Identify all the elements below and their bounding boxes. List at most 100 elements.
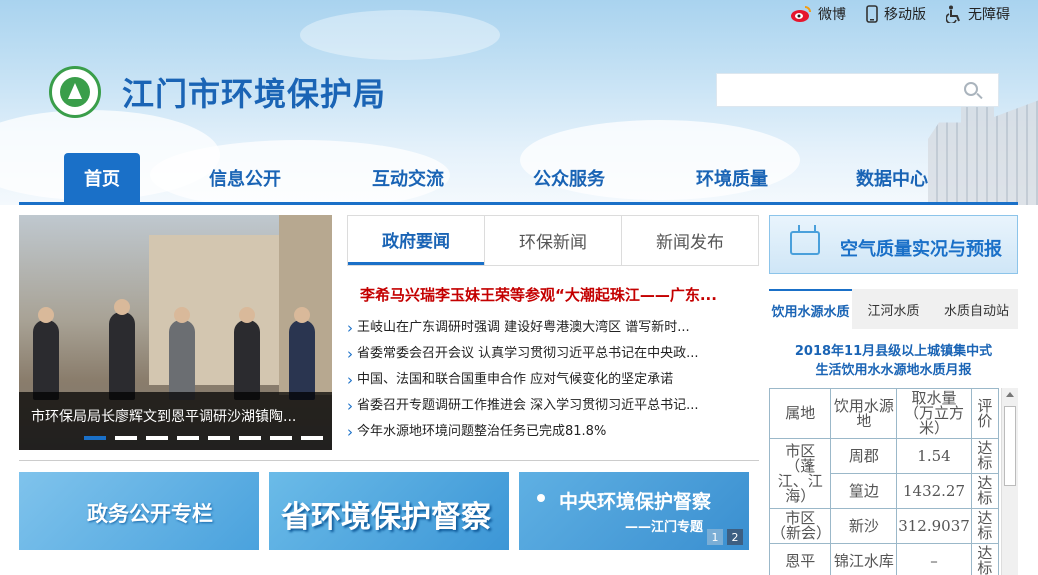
logo-emblem-icon bbox=[60, 77, 90, 107]
slider-dot[interactable] bbox=[270, 436, 292, 440]
news-item[interactable]: 今年水源地环境问题整治任务已完成81.8% bbox=[347, 419, 727, 445]
banner-page-2[interactable]: 2 bbox=[727, 529, 743, 545]
mobile-label: 移动版 bbox=[884, 7, 926, 23]
tab-drinking-water[interactable]: 饮用水源水质 bbox=[769, 289, 852, 329]
nav-home[interactable]: 首页 bbox=[64, 153, 140, 202]
nav-environment-quality[interactable]: 环境质量 bbox=[682, 153, 782, 202]
banner-government-affairs[interactable]: 政务公开专栏 bbox=[19, 472, 259, 550]
banner-title: 中央环境保护督察 bbox=[559, 491, 712, 513]
accessible-link[interactable]: 无障碍 bbox=[946, 4, 1010, 24]
air-quality-label: 空气质量实况与预报 bbox=[840, 239, 1002, 260]
table-header: 属地 bbox=[768, 388, 832, 439]
weibo-icon bbox=[791, 6, 811, 22]
banner-label: 省环境保护督察 bbox=[281, 500, 491, 535]
table-header-row: 属地 饮用水源地 取水量（万立方米） 评价 bbox=[768, 388, 1000, 439]
nav-info-disclosure[interactable]: 信息公开 bbox=[195, 153, 295, 202]
nav-interaction[interactable]: 互动交流 bbox=[358, 153, 458, 202]
banner-subtitle: ——江门专题 bbox=[625, 520, 704, 535]
search-icon[interactable] bbox=[964, 82, 978, 96]
nav-public-service[interactable]: 公众服务 bbox=[519, 153, 619, 202]
banner-page-1[interactable]: 1 bbox=[707, 529, 723, 545]
slider-dot[interactable] bbox=[84, 436, 106, 440]
slide-photo-person bbox=[169, 320, 195, 400]
table-cell-source: 锦江水库 bbox=[830, 543, 898, 575]
scrollbar-thumb[interactable] bbox=[1004, 406, 1016, 486]
water-quality-table: 属地 饮用水源地 取水量（万立方米） 评价 市区（蓬江、江海） 周郡 1.54 … bbox=[768, 388, 1000, 575]
table-cell-area: 市区（蓬江、江海） bbox=[768, 438, 832, 509]
tab-environment-news[interactable]: 环保新闻 bbox=[484, 216, 621, 265]
air-quality-button[interactable]: 空气质量实况与预报 bbox=[769, 215, 1018, 274]
top-utility-bar: 微博 移动版 无障碍 bbox=[790, 4, 1010, 24]
table-row: 市区（蓬江、江海） 周郡 1.54 达标 bbox=[768, 438, 1000, 509]
water-report-title[interactable]: 2018年11月县级以上城镇集中式 生活饮用水水源地水质月报 bbox=[769, 342, 1018, 380]
accessible-label: 无障碍 bbox=[968, 7, 1010, 23]
news-headline[interactable]: 李希马兴瑞李玉妹王荣等参观“大潮起珠江——广东... bbox=[360, 284, 758, 305]
search-input[interactable] bbox=[717, 74, 947, 106]
news-tabs: 政府要闻 环保新闻 新闻发布 bbox=[347, 215, 759, 266]
slide-photo-head bbox=[114, 299, 130, 315]
table-cell-volume: – bbox=[896, 543, 972, 575]
table-row: 恩平 锦江水库 – 达标 bbox=[768, 543, 1000, 575]
table-cell-volume: 1.54 bbox=[896, 438, 972, 474]
table-row: 市区（新会） 新沙 312.9037 达标 bbox=[768, 508, 1000, 544]
slider-dot[interactable] bbox=[115, 436, 137, 440]
water-report-title-line: 生活饮用水水源地水质月报 bbox=[815, 363, 972, 378]
slider-dot[interactable] bbox=[239, 436, 261, 440]
slider-dot[interactable] bbox=[146, 436, 168, 440]
slide-photo-person bbox=[289, 320, 315, 400]
banner-label: 政务公开专栏 bbox=[87, 502, 213, 526]
scroll-up-icon[interactable] bbox=[1006, 392, 1014, 397]
weibo-label: 微博 bbox=[818, 7, 846, 23]
table-cell-area: 恩平 bbox=[768, 543, 832, 575]
table-cell-volume: 1432.27 bbox=[896, 473, 972, 509]
slide-photo-head bbox=[38, 307, 54, 323]
site-title[interactable]: 江门市环境保护局 bbox=[122, 69, 386, 115]
site-logo[interactable] bbox=[49, 66, 101, 118]
table-cell-eval: 达标 bbox=[970, 473, 1000, 509]
news-item[interactable]: 王岐山在广东调研时强调 建设好粤港澳大湾区 谱写新时... bbox=[347, 315, 727, 341]
news-slider[interactable]: 市环保局局长廖辉文到恩平调研沙湖镇陶... bbox=[19, 215, 332, 450]
wheelchair-icon bbox=[946, 5, 960, 23]
banner-central-inspection[interactable]: 中央环境保护督察 ——江门专题 1 2 bbox=[519, 472, 749, 550]
slide-caption-text[interactable]: 市环保局局长廖辉文到恩平调研沙湖镇陶... bbox=[31, 406, 321, 426]
table-cell-source: 篁边 bbox=[830, 473, 898, 509]
slide-photo-head bbox=[174, 307, 190, 323]
cloud bbox=[300, 10, 500, 60]
table-cell-area: 市区（新会） bbox=[768, 508, 832, 544]
water-quality-tabs: 饮用水源水质 江河水质 水质自动站 bbox=[769, 289, 1018, 329]
slider-dot[interactable] bbox=[177, 436, 199, 440]
slider-dot[interactable] bbox=[301, 436, 323, 440]
table-cell-eval: 达标 bbox=[970, 543, 1000, 575]
tv-icon bbox=[790, 231, 820, 255]
weibo-link[interactable]: 微博 bbox=[790, 4, 846, 24]
nav-data-center[interactable]: 数据中心 bbox=[842, 153, 942, 202]
slide-photo-person bbox=[109, 312, 135, 400]
slide-photo-head bbox=[294, 307, 310, 323]
tab-river-water[interactable]: 江河水质 bbox=[852, 289, 935, 329]
banner-provincial-inspection[interactable]: 省环境保护督察 bbox=[269, 472, 509, 550]
table-header: 评价 bbox=[970, 388, 1000, 439]
banner-bullet-icon bbox=[537, 494, 545, 502]
news-item[interactable]: 省委召开专题调研工作推进会 深入学习贯彻习近平总书记... bbox=[347, 393, 727, 419]
tab-government-news[interactable]: 政府要闻 bbox=[348, 216, 484, 265]
news-list: 王岐山在广东调研时强调 建设好粤港澳大湾区 谱写新时... 省委常委会召开会议 … bbox=[347, 315, 759, 445]
slider-dot[interactable] bbox=[208, 436, 230, 440]
slide-photo-person bbox=[234, 320, 260, 400]
table-cell-volume: 312.9037 bbox=[896, 508, 972, 544]
section-divider bbox=[19, 460, 759, 461]
slide-photo-head bbox=[239, 307, 255, 323]
table-header: 取水量（万立方米） bbox=[896, 388, 972, 439]
search-box bbox=[716, 73, 999, 107]
slide-photo-person bbox=[33, 320, 59, 400]
tab-press-release[interactable]: 新闻发布 bbox=[621, 216, 758, 265]
table-scrollbar[interactable] bbox=[1001, 388, 1018, 575]
tab-auto-station[interactable]: 水质自动站 bbox=[935, 289, 1018, 329]
table-cell-eval: 达标 bbox=[970, 508, 1000, 544]
mobile-link[interactable]: 移动版 bbox=[866, 4, 926, 24]
news-item[interactable]: 中国、法国和联合国重申合作 应对气候变化的坚定承诺 bbox=[347, 367, 727, 393]
table-cell-source: 周郡 bbox=[830, 438, 898, 474]
table-cell-eval: 达标 bbox=[970, 438, 1000, 474]
news-item[interactable]: 省委常委会召开会议 认真学习贯彻习近平总书记在中央政... bbox=[347, 341, 727, 367]
slider-dots bbox=[84, 436, 323, 440]
main-nav: 首页 信息公开 互动交流 公众服务 环境质量 数据中心 bbox=[19, 153, 1018, 205]
